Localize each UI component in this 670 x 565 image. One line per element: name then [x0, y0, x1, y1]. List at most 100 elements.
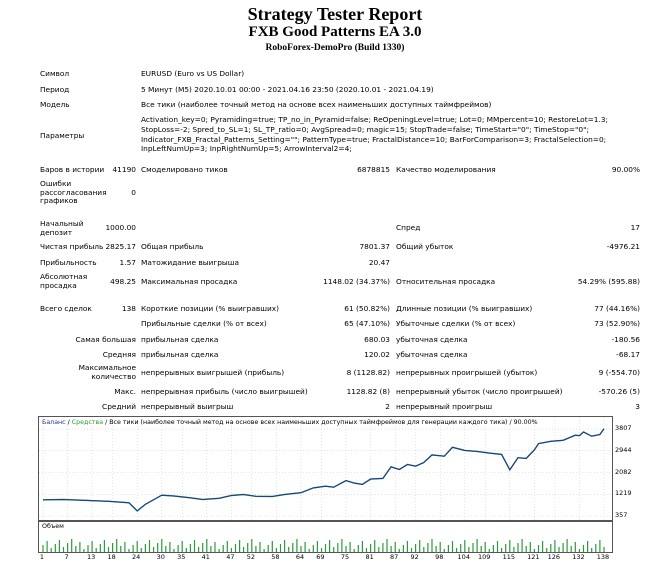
volume-bar — [345, 546, 347, 552]
volume-bar — [374, 540, 376, 552]
max-cons-loss-value: -570.26 (5) — [598, 387, 640, 396]
volume-bar — [71, 539, 73, 552]
volume-bar — [370, 544, 372, 552]
volume-bar — [476, 539, 478, 552]
x-tick-label: 75 — [340, 553, 350, 561]
avg-cons-losses-label: непрерывный проигрыш — [396, 402, 493, 411]
volume-bar — [222, 545, 224, 552]
volume-bar — [525, 546, 527, 552]
volume-bar — [529, 542, 531, 552]
volume-bar — [460, 544, 462, 552]
volume-bar — [206, 539, 208, 552]
volume-bar — [234, 544, 237, 552]
volume-bar — [202, 543, 204, 552]
volume-bar — [161, 539, 163, 552]
y-tick-label: 357 — [615, 511, 628, 519]
x-tick-label: 104 — [457, 553, 470, 561]
volume-bar — [120, 546, 122, 552]
volume-bar — [218, 549, 220, 552]
volume-bar — [566, 539, 568, 552]
errors-value: 0 — [131, 188, 136, 197]
volume-bar — [464, 540, 466, 552]
x-tick-label: 69 — [316, 553, 325, 561]
volume-bar — [443, 549, 445, 552]
volume-bar — [255, 546, 257, 552]
x-tick-label: 138 — [596, 553, 610, 561]
volume-bar — [300, 546, 302, 552]
volume-bar — [91, 541, 93, 552]
volume-bar — [423, 547, 425, 552]
y-tick-label: 3807 — [615, 424, 632, 432]
volume-bar — [431, 539, 433, 552]
volume-bar — [42, 545, 44, 552]
volume-bar — [279, 544, 282, 552]
volume-bar — [308, 549, 310, 552]
x-tick-label: 109 — [478, 553, 491, 561]
expert-name: FXB Good Patterns EA 3.0 — [248, 24, 422, 40]
volume-bar — [54, 544, 56, 552]
volume-bar — [480, 546, 482, 552]
volume-bar — [292, 543, 294, 552]
volume-bar — [419, 540, 421, 552]
model-value: Все тики (наиболее точный метод на основ… — [141, 100, 492, 109]
quality-label: Качество моделирования — [396, 165, 496, 174]
x-tick-label: 47 — [226, 553, 235, 561]
volume-bar — [349, 542, 351, 552]
volume-bar — [517, 543, 519, 552]
expected-payoff-label: Матожидание выигрыша — [141, 258, 240, 267]
errors-label: Ошибки рассогласования графиков — [40, 179, 107, 206]
max-cons-loss-label: непрерывный убыток (число проигрышей) — [396, 387, 563, 396]
volume-bar — [591, 548, 593, 552]
volume-bar — [353, 549, 355, 552]
volume-bar — [198, 547, 200, 552]
volume-label: Объем — [42, 523, 64, 530]
volume-bar — [390, 546, 392, 552]
volume-bar — [75, 546, 77, 552]
volume-bar — [177, 545, 179, 552]
volume-bar — [169, 542, 171, 552]
volume-bar — [288, 547, 290, 552]
avg-label: Средний — [102, 402, 136, 411]
volume-bar — [210, 546, 212, 552]
volume-bar — [439, 542, 441, 552]
volume-bar — [83, 549, 85, 552]
x-tick-label: 81 — [365, 553, 374, 561]
x-tick-label: 30 — [156, 553, 165, 561]
volume-bar — [62, 547, 65, 552]
x-tick-label: 24 — [132, 553, 141, 561]
volume-bar — [95, 548, 97, 552]
bars-value: 41190 — [112, 165, 136, 174]
volume-bar — [484, 542, 486, 552]
x-tick-label: 126 — [547, 553, 561, 561]
volume-bar — [378, 547, 380, 552]
volume-bar — [226, 541, 228, 552]
volume-bar — [558, 547, 560, 552]
volume-chart-svg — [42, 539, 605, 552]
y-tick-label: 2082 — [615, 467, 632, 476]
period-value: 5 Минут (M5) 2020.10.01 00:00 - 2021.04.… — [141, 85, 434, 94]
long-positions-label: Длинные позиции (% выигравших) — [396, 304, 533, 313]
legend-balance: Баланс — [42, 419, 66, 426]
volume-bar — [243, 547, 245, 552]
volume-bar — [402, 545, 404, 552]
volume-bar — [46, 541, 48, 552]
max-drawdown-value: 1148.02 (34.37%) — [323, 277, 390, 286]
x-tick-label: 92 — [410, 553, 419, 561]
avg-cons-losses-value: 3 — [635, 402, 640, 411]
volume-bar — [521, 539, 523, 552]
largest-label: Самая большая — [75, 335, 137, 344]
volume-panel: Объем — [38, 521, 613, 553]
legend-description: / Все тики (наиболее точный метод на осн… — [103, 419, 538, 426]
volume-bar — [193, 540, 196, 552]
volume-bar — [501, 548, 503, 552]
volume-bar — [603, 547, 605, 552]
volume-bar — [595, 544, 597, 552]
volume-bar — [365, 548, 368, 552]
volume-bar — [247, 543, 249, 552]
volume-bar — [124, 542, 126, 552]
volume-bar — [165, 546, 167, 552]
x-tick-label: 64 — [295, 553, 305, 561]
symbol-value: EURUSD (Euro vs US Dollar) — [141, 69, 245, 78]
volume-bar — [251, 539, 253, 552]
volume-bar — [382, 543, 384, 552]
